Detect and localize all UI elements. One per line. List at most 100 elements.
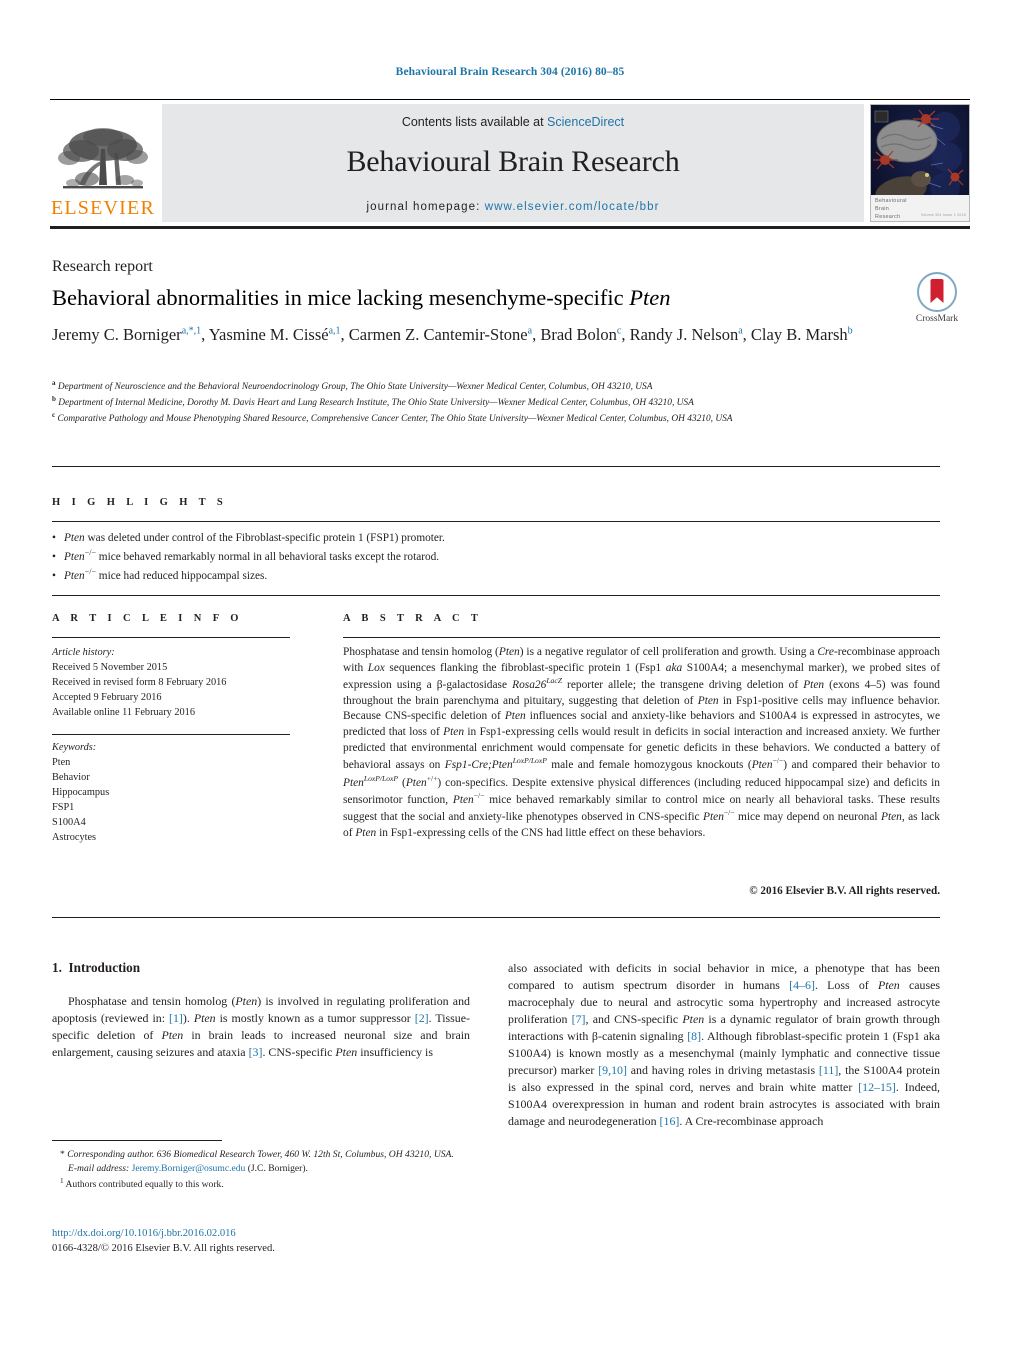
- highlight-text: was deleted under control of the Fibrobl…: [84, 532, 445, 544]
- article-history-block: Article history: Received 5 November 201…: [52, 645, 302, 720]
- affiliation-mark: b: [52, 394, 56, 403]
- section-number: 1.: [52, 960, 62, 975]
- journal-masthead: ELSEVIER Contents lists available at Sci…: [50, 99, 970, 229]
- highlight-text-italic: Pten: [64, 551, 85, 564]
- keyword-item: FSP1: [52, 802, 75, 814]
- affiliation-text: Department of Internal Medicine, Dorothy…: [58, 398, 694, 409]
- email-footnote: E-mail address: Jeremy.Borniger@osumc.ed…: [52, 1162, 472, 1176]
- author-affiliation-marks: b: [847, 325, 853, 337]
- masthead-bottom-rule: [50, 226, 970, 229]
- journal-homepage-line: journal homepage: www.elsevier.com/locat…: [366, 201, 659, 213]
- journal-cover-thumbnail: Behavioural Brain Research Volume 304 Is…: [870, 104, 970, 222]
- contents-available-line: Contents lists available at ScienceDirec…: [402, 115, 624, 129]
- genotype-superscript: −/−: [84, 567, 96, 577]
- affiliation-text: Comparative Pathology and Mouse Phenotyp…: [57, 414, 733, 425]
- article-history-label: Article history:: [52, 647, 115, 658]
- abstract-header: A B S T R A C T: [343, 613, 483, 624]
- crossmark-icon[interactable]: [917, 272, 957, 312]
- body-top-rule: [52, 917, 940, 918]
- cover-issue-text: Volume 304 Issue 1 2016: [920, 213, 966, 218]
- affiliation-item: a Department of Neuroscience and the Beh…: [52, 379, 872, 394]
- sciencedirect-link[interactable]: ScienceDirect: [547, 115, 624, 129]
- history-item: Received in revised form 8 February 2016: [52, 677, 227, 689]
- article-type-label: Research report: [52, 258, 153, 275]
- article-info-rule: [52, 637, 290, 638]
- elsevier-tree-icon: [58, 128, 148, 189]
- list-item: • Pten−/− mice behaved remarkably normal …: [52, 547, 940, 566]
- history-item: Available online 11 February 2016: [52, 707, 195, 719]
- footnote-block: * Corresponding author. 636 Biomedical R…: [52, 1148, 472, 1192]
- asterisk-icon: *: [60, 1149, 65, 1160]
- email-link[interactable]: Jeremy.Borniger@osumc.edu: [132, 1163, 246, 1174]
- cover-caption-line1: Behavioural: [875, 198, 907, 204]
- equal-contribution-text: Authors contributed equally to this work…: [65, 1179, 224, 1191]
- keyword-item: S100A4: [52, 817, 86, 829]
- author-name: Carmen Z. Cantemir-Stone: [348, 325, 528, 344]
- issn-copyright-line: 0166-4328/© 2016 Elsevier B.V. All right…: [52, 1243, 275, 1255]
- author-separator: ,: [742, 325, 751, 344]
- journal-homepage-link[interactable]: www.elsevier.com/locate/bbr: [485, 201, 660, 213]
- bullet-icon: •: [52, 570, 56, 583]
- section-heading-introduction: 1. Introduction: [52, 960, 140, 976]
- affiliation-mark: c: [52, 410, 56, 419]
- author-separator: ,: [621, 325, 630, 344]
- running-head: Behavioural Brain Research 304 (2016) 80…: [395, 66, 625, 78]
- highlights-mid-rule: [52, 521, 940, 522]
- author-name: Brad Bolon: [540, 325, 617, 344]
- email-owner: (J.C. Borniger).: [247, 1163, 308, 1174]
- affiliation-text: Department of Neuroscience and the Behav…: [57, 382, 653, 393]
- keyword-item: Behavior: [52, 772, 90, 784]
- cover-caption-line3: Research: [875, 213, 901, 220]
- journal-title: Behavioural Brain Research: [346, 145, 680, 178]
- corresponding-author-text: Corresponding author. 636 Biomedical Res…: [67, 1149, 454, 1160]
- keywords-label: Keywords:: [52, 742, 97, 753]
- elsevier-logo: ELSEVIER: [50, 104, 156, 222]
- history-item: Received 5 November 2015: [52, 662, 168, 674]
- author-name: Yasmine M. Cissé: [208, 325, 329, 344]
- list-item: • Pten was deleted under control of the F…: [52, 529, 940, 547]
- section-title: Introduction: [68, 960, 141, 975]
- affiliation-item: b Department of Internal Medicine, Dorot…: [52, 395, 872, 410]
- title-main-text: Behavioral abnormalities in mice lacking…: [52, 285, 630, 310]
- highlight-text-italic: Pten: [64, 570, 85, 583]
- abstract-rule: [343, 637, 940, 638]
- homepage-prefix: journal homepage:: [366, 201, 485, 213]
- title-italic-gene: Pten: [629, 285, 671, 310]
- author-name: Jeremy C. Borniger: [52, 325, 182, 344]
- crossmark-badge-container[interactable]: CrossMark: [904, 272, 970, 324]
- keyword-item: Pten: [52, 757, 71, 769]
- equal-contribution-footnote: 1 Authors contributed equally to this wo…: [52, 1176, 472, 1192]
- highlights-header: H I G H L I G H T S: [52, 497, 228, 508]
- highlights-top-rule: [52, 466, 940, 467]
- page-title: Behavioral abnormalities in mice lacking…: [52, 284, 852, 311]
- cover-caption: Behavioural Brain Research Volume 304 Is…: [871, 195, 969, 221]
- doi-link[interactable]: http://dx.doi.org/10.1016/j.bbr.2016.02.…: [52, 1226, 472, 1241]
- keyword-item: Astrocytes: [52, 832, 97, 844]
- author-separator: ,: [201, 325, 209, 344]
- highlight-text-italic: Pten: [64, 532, 85, 544]
- highlights-bottom-rule: [52, 595, 940, 596]
- author-name: Randy J. Nelson: [629, 325, 739, 344]
- author-separator: ,: [340, 325, 349, 344]
- footnote-rule: [52, 1140, 222, 1141]
- elsevier-wordmark: ELSEVIER: [50, 197, 156, 219]
- highlight-text: mice had reduced hippocampal sizes.: [95, 570, 268, 583]
- genotype-superscript: −/−: [84, 548, 96, 558]
- highlights-list: • Pten was deleted under control of the F…: [52, 529, 940, 585]
- corresponding-author-footnote: * Corresponding author. 636 Biomedical R…: [52, 1148, 472, 1162]
- abstract-text: Phosphatase and tensin homolog (Pten) is…: [343, 646, 941, 839]
- highlight-text: mice behaved remarkably normal in all be…: [95, 551, 440, 564]
- bullet-icon: •: [52, 532, 56, 544]
- article-info-header: A R T I C L E I N F O: [52, 613, 243, 624]
- paper-page: Behavioural Brain Research 304 (2016) 80…: [0, 0, 1020, 1351]
- author-affiliation-marks: a,1: [328, 325, 341, 337]
- affiliation-mark: a: [52, 379, 56, 387]
- author-name: Clay B. Marsh: [750, 325, 848, 344]
- keywords-block: Keywords: Pten Behavior Hippocampus FSP1…: [52, 740, 302, 845]
- keywords-rule: [52, 734, 290, 735]
- list-item: • Pten−/− mice had reduced hippocampal si…: [52, 566, 940, 585]
- history-item: Accepted 9 February 2016: [52, 692, 162, 704]
- affiliation-item: c Comparative Pathology and Mouse Phenot…: [52, 411, 872, 426]
- doi-block: http://dx.doi.org/10.1016/j.bbr.2016.02.…: [52, 1226, 472, 1256]
- body-column-right: also associated with deficits in social …: [508, 961, 941, 1129]
